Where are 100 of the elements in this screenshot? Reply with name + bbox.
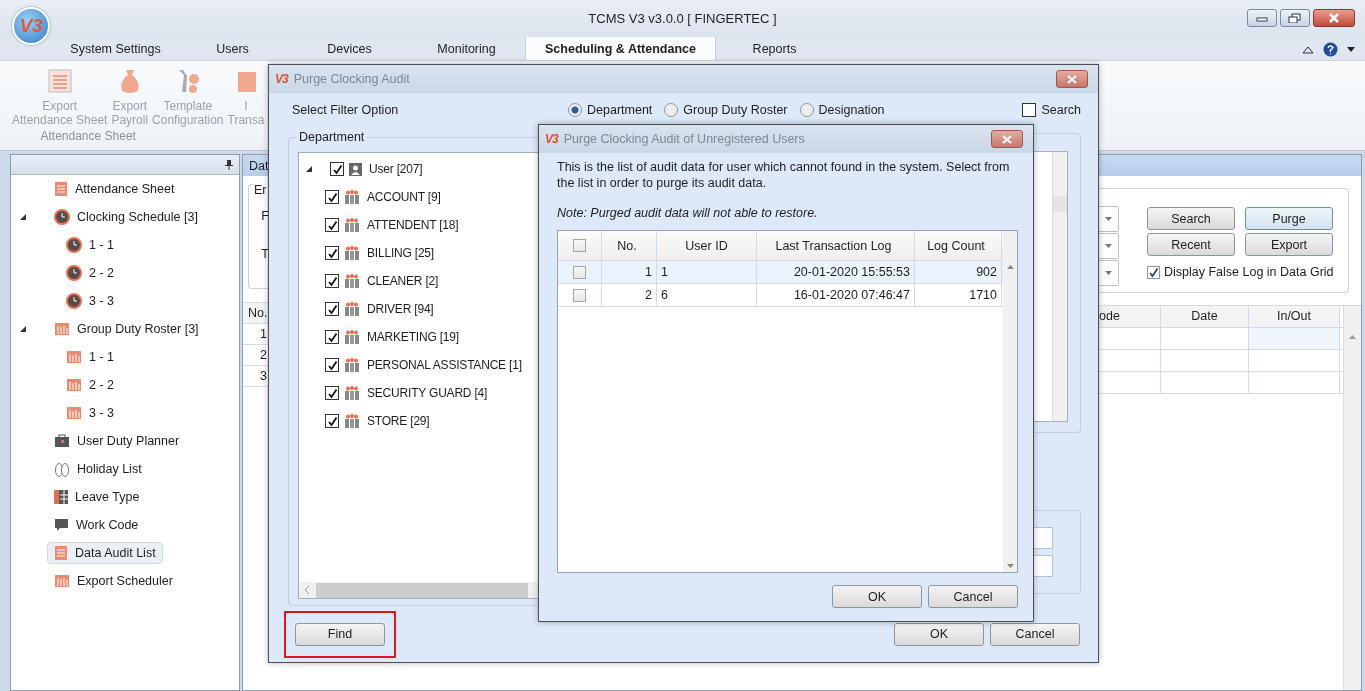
tree-item[interactable]: Export Scheduler — [47, 570, 180, 592]
tree-item[interactable]: Clocking Schedule [3] — [47, 205, 205, 229]
menu-tab[interactable]: Devices — [291, 38, 408, 60]
checkbox-label: Display False Log in Data Grid — [1164, 265, 1334, 279]
scrollbar[interactable] — [1003, 231, 1017, 572]
column-header[interactable]: Last Transaction Log — [757, 231, 915, 260]
radio-option[interactable]: Group Duty Roster — [664, 103, 788, 117]
action-button[interactable]: Search — [1147, 207, 1235, 230]
search-checkbox[interactable]: Search — [1022, 103, 1081, 117]
window-title: TCMS V3 v3.0.0 [ FINGERTEC ] — [588, 11, 777, 26]
checkbox[interactable] — [325, 246, 339, 260]
checkbox[interactable] — [573, 239, 586, 252]
app-icon: V3 — [545, 132, 558, 146]
tree-item[interactable]: SECURITY GUARD [4] — [365, 386, 488, 400]
dialog-button[interactable]: Cancel — [990, 622, 1080, 646]
dialog-button[interactable]: OK — [832, 585, 922, 608]
tree-item[interactable]: DRIVER [94] — [365, 302, 434, 316]
tree-item[interactable]: 1 - 1 — [59, 233, 121, 257]
action-button[interactable]: Purge — [1245, 207, 1333, 230]
table-icon — [54, 490, 68, 504]
minimize-button[interactable] — [1247, 9, 1277, 27]
tree-item[interactable]: ACCOUNT [9] — [365, 190, 441, 204]
checkbox[interactable] — [325, 274, 339, 288]
find-button[interactable]: Find — [295, 622, 385, 646]
menu-tab[interactable]: Reports — [716, 38, 833, 60]
document-icon — [54, 546, 68, 560]
radio-option[interactable]: Department — [568, 103, 653, 117]
tree-item[interactable]: Group Duty Roster [3] — [47, 318, 206, 340]
menu-tab[interactable]: System Settings — [57, 38, 174, 60]
action-button[interactable]: Export — [1245, 233, 1333, 256]
column-header: ode — [1099, 306, 1161, 327]
checkbox[interactable] — [573, 288, 586, 302]
tree-item[interactable]: Work Code — [47, 514, 146, 536]
dialog-button[interactable]: OK — [894, 622, 984, 646]
checkbox[interactable] — [325, 414, 339, 428]
menu-tab[interactable]: Scheduling & Attendance — [525, 36, 716, 60]
checkbox[interactable] — [325, 218, 339, 232]
close-icon — [1328, 13, 1340, 23]
menu-tab[interactable]: Users — [174, 38, 291, 60]
tree-item[interactable]: 2 - 2 — [59, 374, 121, 396]
dropdown-icon[interactable] — [1347, 46, 1355, 52]
clock-icon — [66, 237, 82, 253]
tree-item[interactable]: Data Audit List — [47, 542, 163, 564]
scroll-down-icon[interactable] — [1006, 564, 1014, 568]
tree-item[interactable]: BILLING [25] — [365, 246, 434, 260]
column-header[interactable]: No. — [602, 231, 657, 260]
tree-item[interactable]: Leave Type — [47, 486, 147, 508]
group-label: Er — [253, 183, 268, 197]
checkbox[interactable] — [573, 265, 586, 279]
tree-item[interactable]: User Duty Planner — [47, 430, 187, 452]
expander-icon[interactable] — [305, 165, 313, 173]
column-header[interactable]: User ID — [657, 231, 757, 260]
checkbox[interactable] — [330, 162, 344, 176]
scrollbar[interactable] — [1343, 306, 1361, 690]
restore-button[interactable] — [1280, 9, 1310, 27]
expander-icon[interactable] — [19, 325, 27, 333]
group-icon — [344, 190, 360, 204]
clock-icon — [66, 293, 82, 309]
checkbox[interactable] — [325, 358, 339, 372]
scroll-up-icon[interactable] — [1006, 265, 1014, 269]
radio-option[interactable]: Designation — [799, 103, 885, 117]
dialog-title: Purge Clocking Audit — [293, 72, 410, 86]
column-header[interactable]: Log Count — [915, 231, 1002, 260]
group-icon — [344, 330, 360, 344]
group-icon — [344, 218, 360, 232]
tree-item[interactable]: User [207] — [367, 162, 423, 176]
checkbox[interactable] — [325, 190, 339, 204]
tree-item[interactable]: Holiday List — [47, 457, 149, 481]
checkbox[interactable] — [1147, 265, 1160, 279]
tree-item[interactable]: ATTENDENT [18] — [365, 218, 459, 232]
tree-item[interactable]: Attendance Sheet — [47, 178, 182, 200]
checkbox[interactable] — [325, 330, 339, 344]
action-button[interactable]: Recent — [1147, 233, 1235, 256]
tree-item[interactable]: CLEANER [2] — [365, 274, 439, 288]
pin-icon[interactable] — [225, 159, 233, 170]
tree-item[interactable]: 2 - 2 — [59, 261, 121, 285]
table-cell: 902 — [915, 261, 1002, 283]
calendar-icon — [66, 406, 82, 420]
close-button[interactable] — [991, 130, 1023, 148]
tree-item[interactable]: PERSONAL ASSISTANCE [1] — [365, 358, 522, 372]
group-icon — [344, 386, 360, 400]
tree-item[interactable]: STORE [29] — [365, 414, 430, 428]
menu-tab[interactable]: Monitoring — [408, 38, 525, 60]
table-cell: 1 — [602, 261, 657, 283]
tree-item[interactable]: 1 - 1 — [59, 346, 121, 368]
scrollbar[interactable] — [1052, 152, 1067, 421]
expander-icon[interactable] — [19, 213, 27, 221]
filter-label: Select Filter Option — [291, 103, 400, 117]
help-icon[interactable] — [1323, 41, 1338, 57]
checkbox[interactable] — [325, 302, 339, 316]
field-label: T — [261, 248, 269, 261]
tree-item[interactable]: 3 - 3 — [59, 402, 121, 424]
table-cell: 6 — [657, 284, 757, 306]
collapse-icon[interactable] — [1302, 44, 1314, 54]
close-button[interactable] — [1056, 70, 1088, 88]
tree-item[interactable]: MARKETING [19] — [365, 330, 459, 344]
close-button[interactable] — [1313, 9, 1355, 27]
checkbox[interactable] — [325, 386, 339, 400]
dialog-button[interactable]: Cancel — [928, 585, 1018, 608]
tree-item[interactable]: 3 - 3 — [59, 289, 121, 313]
